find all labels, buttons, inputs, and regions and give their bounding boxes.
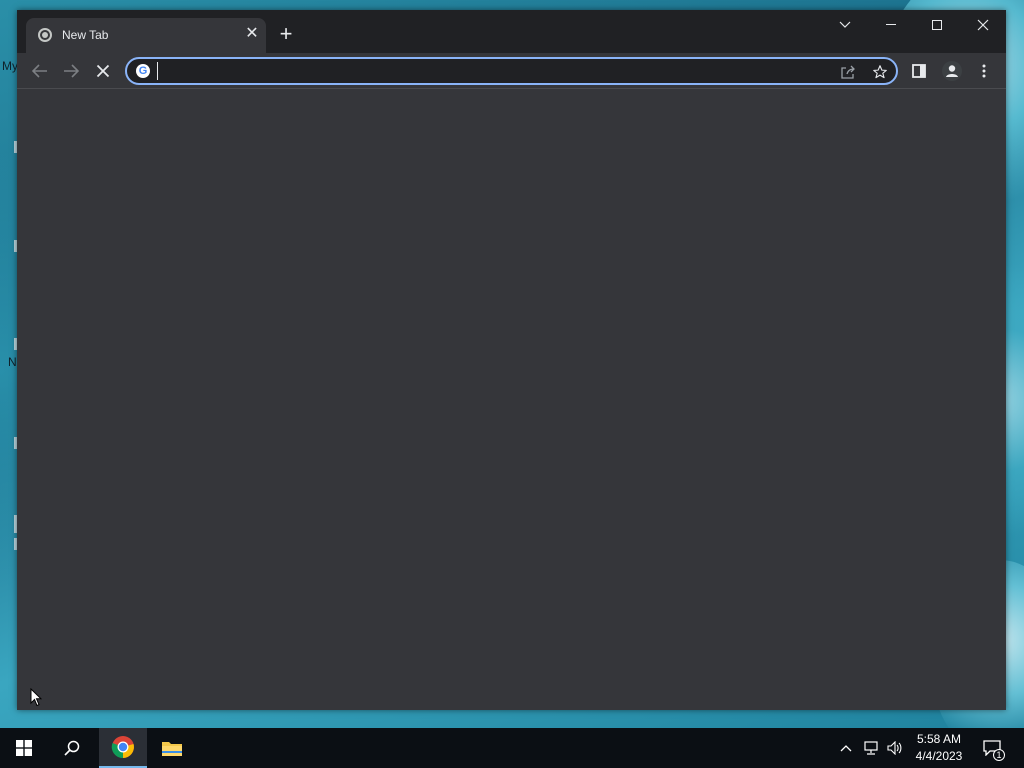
action-center-button[interactable] [978,728,1006,768]
taskbar-chrome[interactable] [99,728,147,768]
windows-start-icon [16,740,32,756]
star-icon [873,65,887,79]
search-icon [64,740,80,756]
back-button[interactable] [27,58,53,84]
side-panel-button[interactable] [906,58,932,84]
close-window-button[interactable] [960,10,1006,40]
forward-button[interactable] [58,58,84,84]
title-bar[interactable]: New Tab ✕ + [17,10,1006,53]
share-button[interactable] [838,62,858,82]
chevron-up-icon [840,745,852,752]
search-button[interactable] [48,728,96,768]
file-explorer-icon [162,742,182,756]
forward-arrow-icon [64,64,79,78]
new-tab-button[interactable]: + [275,23,297,46]
menu-button[interactable] [971,58,997,84]
tab-new-tab[interactable]: New Tab ✕ [26,18,266,53]
notification-count-badge: 1 [993,749,1005,761]
kebab-menu-icon [982,64,986,78]
chevron-down-icon [839,21,851,28]
google-g-icon: G [136,64,150,78]
share-icon [841,65,855,79]
tab-search-button[interactable] [822,10,868,40]
desktop-icon-label[interactable]: My [2,59,18,73]
side-panel-icon [912,64,926,78]
profile-button[interactable] [939,58,965,84]
volume-button[interactable] [884,728,906,768]
mouse-cursor-icon [30,688,42,707]
taskbar-file-explorer[interactable] [148,728,196,768]
chrome-window: New Tab ✕ + G [17,10,1006,710]
bookmark-button[interactable] [870,62,890,82]
back-arrow-icon [32,64,47,78]
desktop-icon-label[interactable]: N [8,355,17,369]
page-content[interactable] [17,90,1006,710]
toolbar: G [17,53,1006,89]
address-bar[interactable]: G [125,57,898,85]
minimize-button[interactable] [868,10,914,40]
minimize-icon [886,24,896,25]
taskbar: 5:58 AM 4/4/2023 1 [0,728,1024,768]
clock-time: 5:58 AM [916,732,962,746]
stop-icon [96,64,110,78]
profile-icon [942,61,962,81]
tab-title: New Tab [62,28,109,42]
maximize-button[interactable] [914,10,960,40]
show-hidden-icons-button[interactable] [836,728,856,768]
network-button[interactable] [860,728,882,768]
stop-loading-button[interactable] [90,58,116,84]
chrome-favicon-icon [38,28,52,42]
volume-icon [887,741,902,755]
chrome-icon [111,736,134,759]
network-icon [864,741,878,755]
tab-close-button[interactable]: ✕ [242,24,262,44]
clock[interactable]: 5:58 AM 4/4/2023 [910,731,968,765]
clock-date: 4/4/2023 [915,749,963,763]
maximize-icon [932,20,942,30]
close-icon [977,19,989,31]
start-button[interactable] [0,728,48,768]
address-input[interactable] [157,62,817,80]
